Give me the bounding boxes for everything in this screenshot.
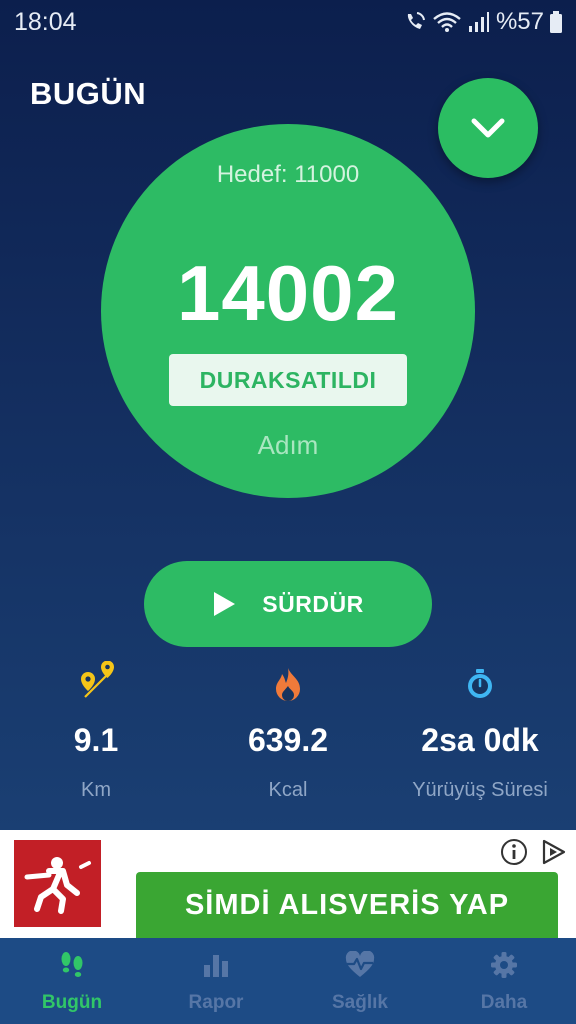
resume-label: SÜRDÜR [262, 590, 364, 617]
nav-label-report: Rapor [188, 992, 244, 1013]
stats-row: 9.1 Km 639.2 Kcal 2sa 0dk Yürüyüş Süresi [0, 660, 576, 820]
wifi-call-icon [407, 12, 425, 29]
collapse-button[interactable] [438, 78, 538, 178]
route-pin-icon [81, 661, 114, 698]
paused-status-badge: DURAKSATILDI [169, 354, 407, 406]
stat-walk-time: 2sa 0dk Yürüyüş Süresi [384, 660, 576, 802]
distance-value: 9.1 [73, 722, 119, 758]
stopwatch-icon [468, 669, 492, 698]
walk-time-value: 2sa 0dk [421, 722, 539, 758]
step-count: 14002 [177, 249, 399, 337]
ad-banner[interactable]: SİMDİ ALISVERİS YAP [0, 830, 576, 938]
bar-chart-icon [204, 955, 228, 977]
nav-label-health: Sağlık [332, 992, 388, 1013]
nav-label-today: Bugün [41, 992, 103, 1013]
signal-icon [468, 12, 489, 32]
resume-button[interactable]: SÜRDÜR [144, 561, 432, 647]
status-bar: 18:04 %57 [0, 0, 576, 44]
ad-choices-icon[interactable] [540, 838, 568, 866]
wifi-icon [433, 12, 461, 32]
ad-logo [14, 840, 101, 927]
step-goal: Hedef: 11000 [216, 161, 360, 188]
ad-cta-button[interactable]: SİMDİ ALISVERİS YAP [136, 872, 558, 938]
stat-distance: 9.1 Km [0, 660, 192, 802]
step-unit-label: Adım [257, 430, 319, 460]
nav-label-more: Daha [480, 992, 528, 1013]
nav-item-more[interactable]: Daha [432, 938, 576, 1024]
distance-label: Km [81, 779, 111, 801]
nav-item-health[interactable]: Sağlık [288, 938, 432, 1024]
stat-calories: 639.2 Kcal [192, 660, 384, 802]
running-figure-icon [24, 856, 91, 914]
info-icon[interactable] [500, 838, 528, 866]
flame-icon [276, 668, 300, 701]
battery-percent: %57 [495, 8, 544, 35]
calories-label: Kcal [268, 779, 308, 801]
nav-item-today[interactable]: Bugün [0, 938, 144, 1024]
status-icons: %57 [404, 8, 562, 36]
nav-item-report[interactable]: Rapor [144, 938, 288, 1024]
heart-pulse-icon [345, 951, 375, 977]
gear-icon [491, 952, 517, 978]
chevron-down-icon [471, 118, 505, 138]
page-title: BUGÜN [30, 76, 147, 111]
play-icon [214, 592, 236, 616]
step-progress-circle: Hedef: 11000 14002 DURAKSATILDI Adım [101, 124, 475, 498]
battery-icon [550, 11, 562, 33]
calories-value: 639.2 [247, 722, 329, 758]
status-time: 18:04 [14, 7, 77, 36]
walk-time-label: Yürüyüş Süresi [412, 779, 548, 801]
footsteps-icon [61, 952, 83, 977]
bottom-nav: Bugün Rapor Sağlık Daha [0, 938, 576, 1024]
